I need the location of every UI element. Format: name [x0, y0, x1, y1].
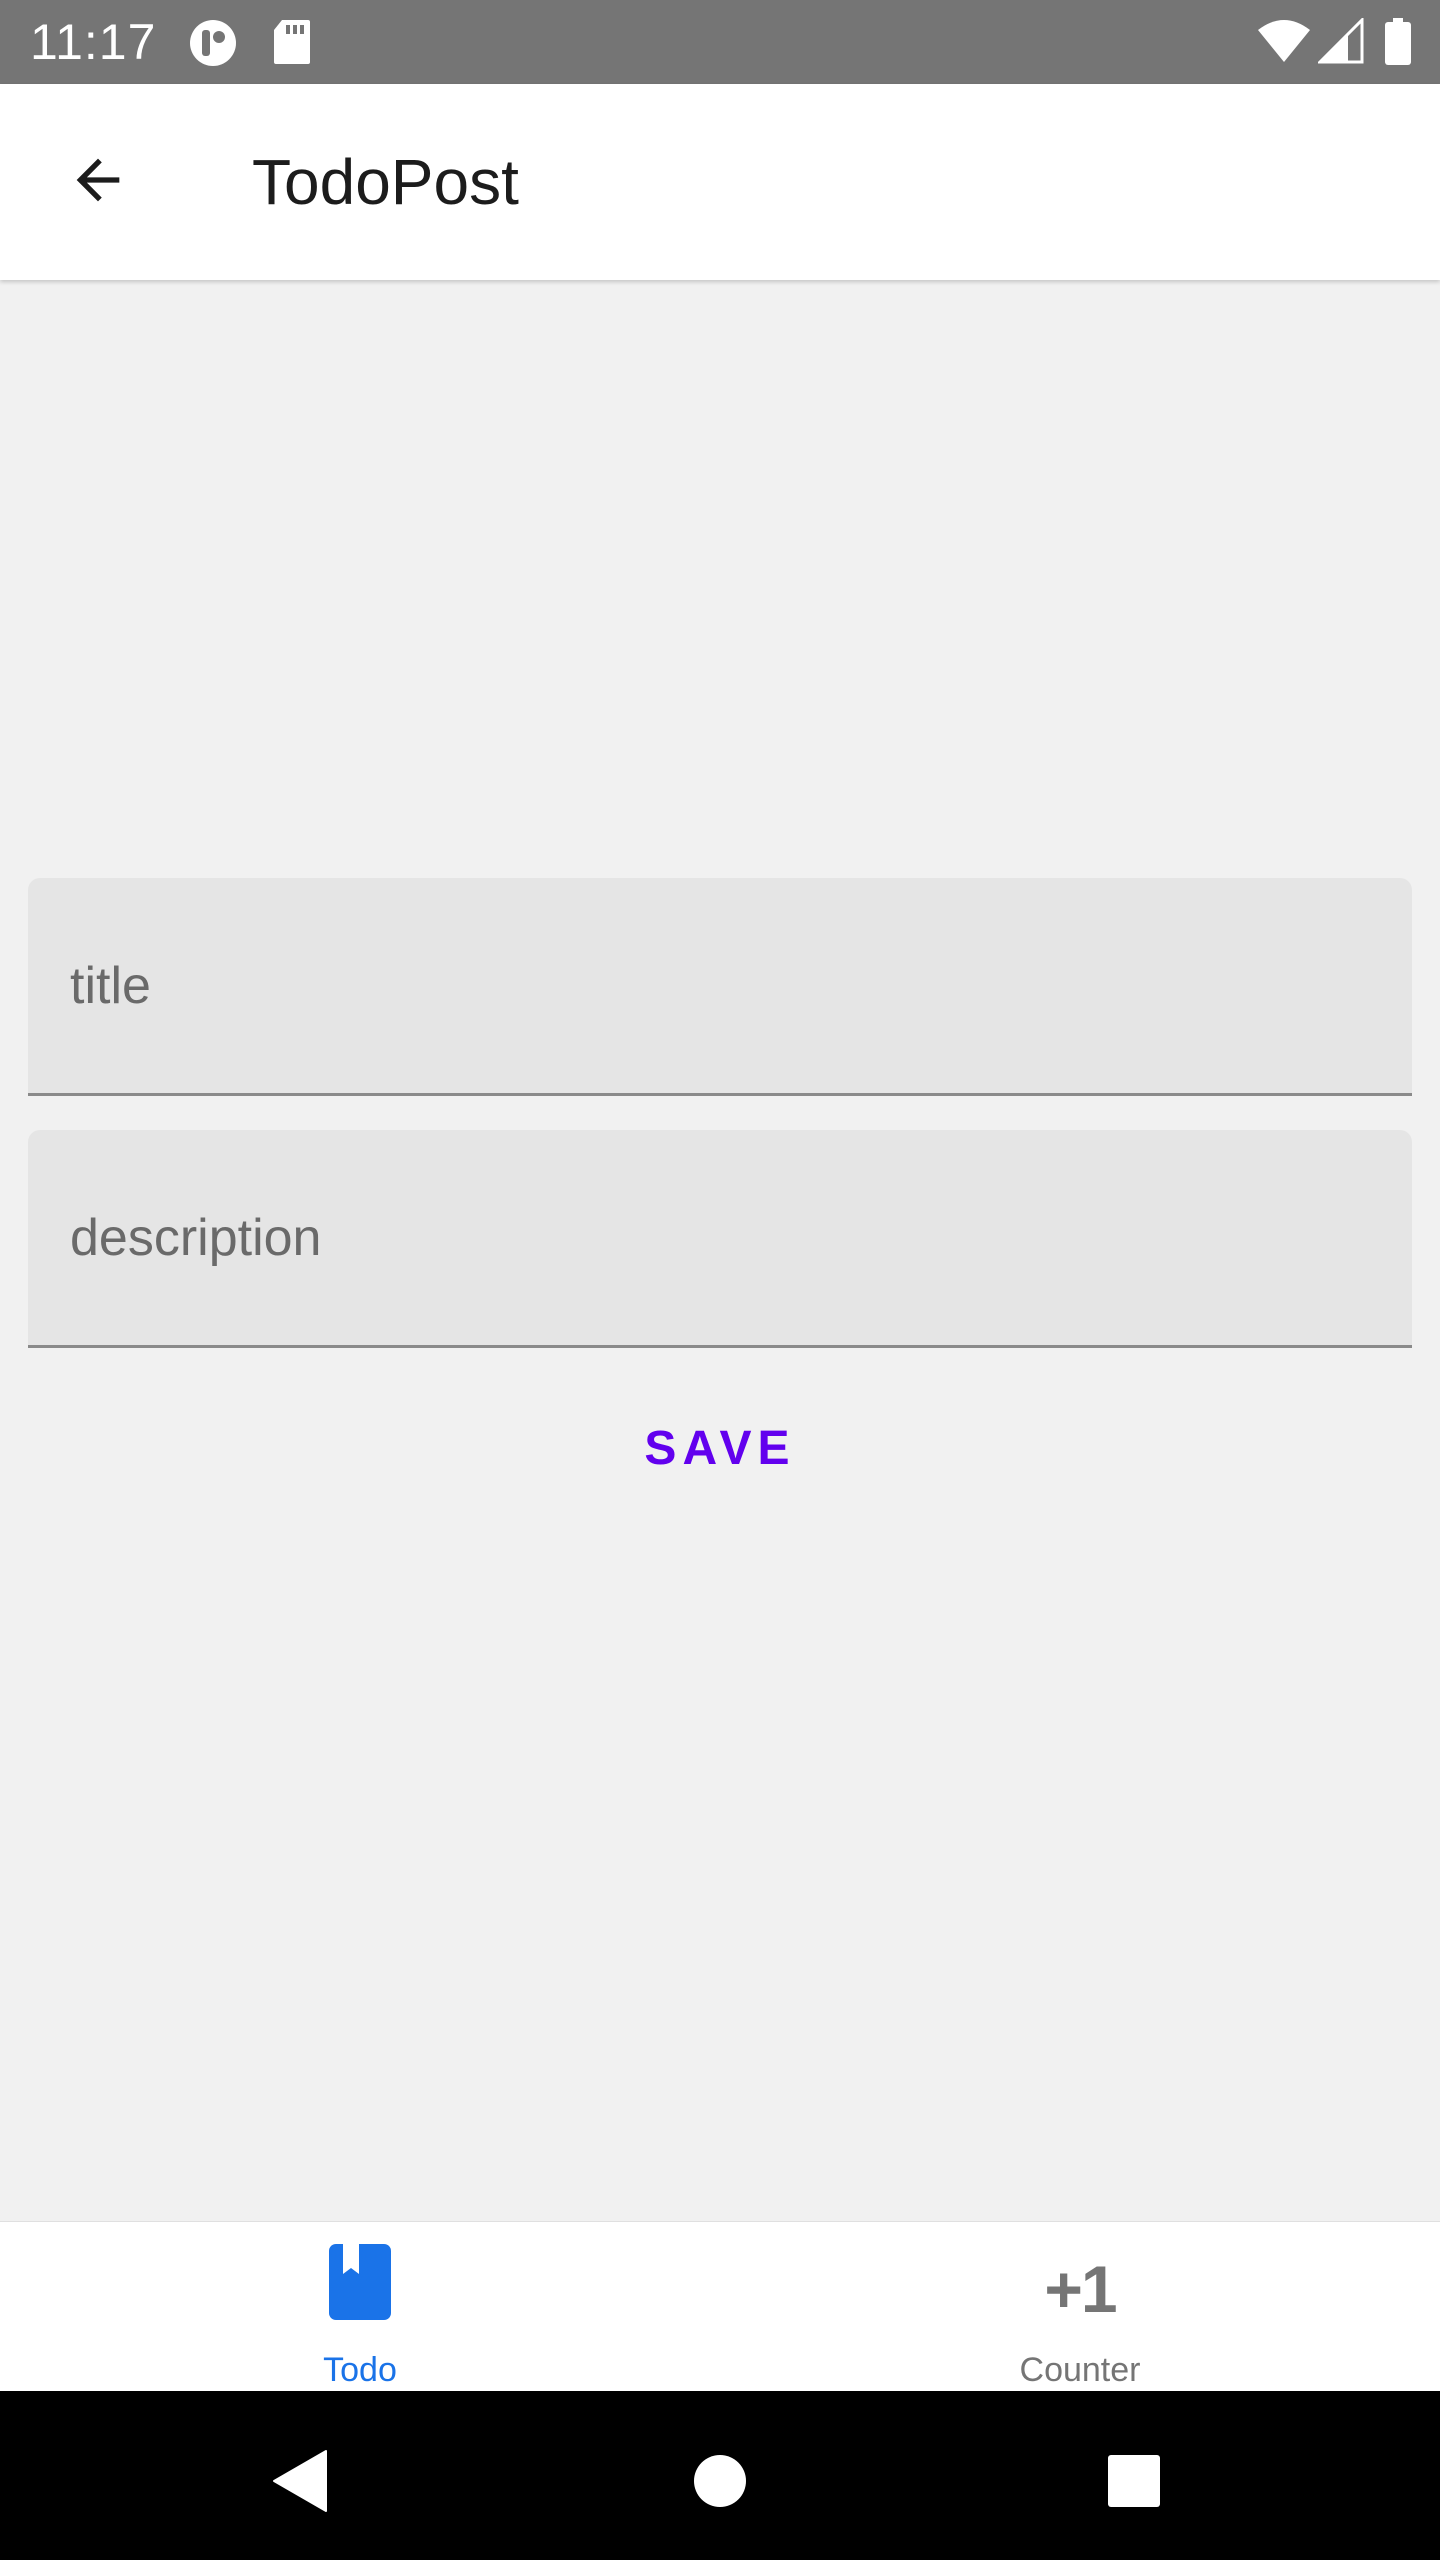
nav-label-counter: Counter: [1019, 2351, 1141, 2389]
bookmark-icon: [329, 2244, 391, 2320]
app-bar: TodoPost: [0, 84, 1440, 280]
plus-one-icon: +1: [1044, 2252, 1117, 2326]
status-time: 11:17: [30, 14, 157, 70]
alert-circle-icon: [188, 18, 238, 73]
nav-label-todo: Todo: [323, 2351, 397, 2389]
bottom-navigation: Todo +1 Counter: [0, 2221, 1440, 2391]
system-recents-button[interactable]: [1084, 2431, 1184, 2531]
nav-item-counter[interactable]: +1 Counter: [720, 2222, 1440, 2392]
sd-card-icon: [272, 18, 312, 71]
system-navigation-bar: [0, 2391, 1440, 2560]
wifi-icon: [1256, 18, 1312, 69]
description-input[interactable]: [70, 1130, 1370, 1345]
recents-square-icon: [1108, 2455, 1160, 2507]
home-circle-icon: [694, 2455, 746, 2507]
battery-icon: [1384, 18, 1412, 71]
system-back-button[interactable]: [250, 2431, 350, 2531]
nav-item-todo[interactable]: Todo: [0, 2222, 720, 2392]
save-button[interactable]: SAVE: [560, 1400, 880, 1496]
arrow-back-icon: [76, 158, 120, 202]
system-home-button[interactable]: [670, 2431, 770, 2531]
signal-icon: [1316, 16, 1364, 69]
back-button[interactable]: [48, 130, 148, 230]
description-field[interactable]: [28, 1130, 1412, 1348]
back-triangle-icon: [273, 2450, 327, 2512]
title-input[interactable]: [70, 878, 1370, 1093]
status-bar: 11:17: [0, 0, 1440, 84]
page-title: TodoPost: [252, 146, 519, 218]
title-field[interactable]: [28, 878, 1412, 1096]
